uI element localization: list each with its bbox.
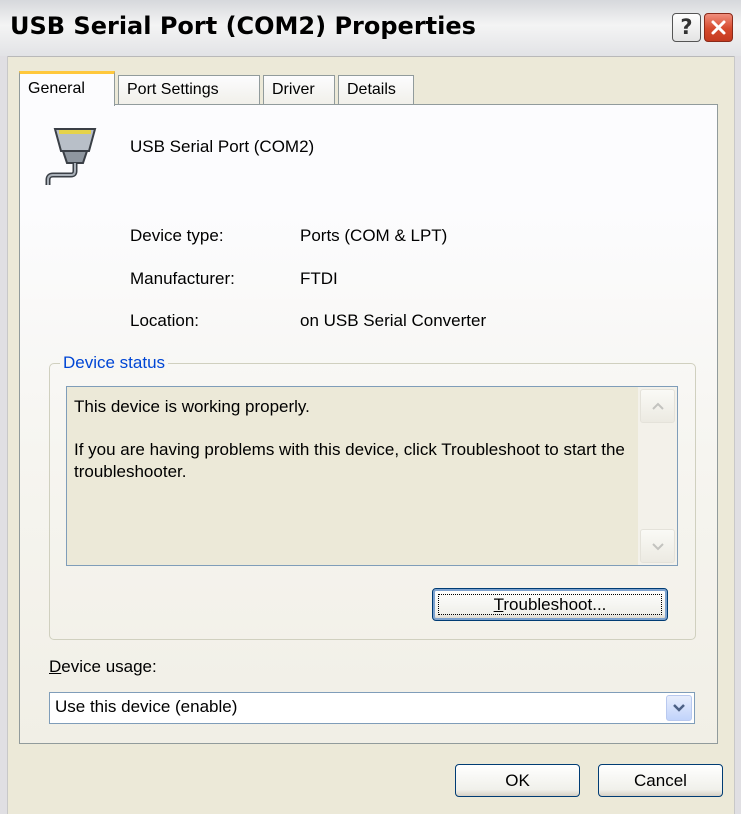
scroll-down-button[interactable] — [640, 529, 675, 563]
status-line-working: This device is working properly. — [74, 397, 310, 416]
question-mark-icon: ? — [680, 15, 693, 39]
window-title: USB Serial Port (COM2) Properties — [10, 12, 476, 40]
tab-details[interactable]: Details — [338, 75, 414, 104]
device-name: USB Serial Port (COM2) — [130, 137, 315, 156]
device-usage-mnemonic: D — [49, 657, 62, 676]
device-usage-selected-value: Use this device (enable) — [55, 697, 238, 716]
manufacturer-label: Manufacturer: — [130, 269, 235, 288]
device-usage-select[interactable]: Use this device (enable) — [49, 692, 695, 724]
tab-port-settings[interactable]: Port Settings — [118, 75, 260, 104]
ok-button[interactable]: OK — [455, 764, 580, 797]
status-scrollbar[interactable] — [638, 387, 677, 565]
close-button[interactable] — [704, 13, 733, 42]
dropdown-button[interactable] — [666, 695, 692, 721]
location-value: on USB Serial Converter — [300, 311, 487, 330]
tab-general[interactable]: General — [19, 71, 115, 106]
device-status-text: This device is working properly. If you … — [74, 396, 629, 504]
properties-dialog: USB Serial Port (COM2) Properties ? Gene… — [0, 0, 741, 814]
device-status-legend: Device status — [60, 353, 169, 373]
device-usage-label-text: evice usage: — [61, 657, 157, 676]
close-x-icon — [711, 20, 726, 35]
focus-ring — [438, 594, 662, 615]
chevron-down-icon — [651, 542, 664, 550]
device-usage-label: Device usage: — [49, 657, 157, 677]
chevron-down-icon — [673, 704, 685, 712]
status-line-troubleshoot-hint: If you are having problems with this dev… — [74, 440, 625, 481]
cancel-button[interactable]: Cancel — [598, 764, 723, 797]
troubleshoot-button[interactable]: Troubleshoot... — [432, 588, 668, 621]
device-type-label: Device type: — [130, 226, 224, 245]
device-status-textbox[interactable]: This device is working properly. If you … — [66, 386, 678, 566]
location-label: Location: — [130, 311, 199, 330]
title-bar[interactable]: USB Serial Port (COM2) Properties ? — [0, 0, 741, 57]
scroll-up-button[interactable] — [640, 389, 675, 423]
window-frame-left — [0, 56, 8, 814]
device-type-value: Ports (COM & LPT) — [300, 226, 448, 245]
help-button[interactable]: ? — [672, 13, 701, 42]
chevron-up-icon — [651, 402, 664, 410]
serial-port-icon — [45, 128, 97, 185]
manufacturer-value: FTDI — [300, 269, 338, 288]
window-frame-right — [734, 56, 741, 814]
tab-driver[interactable]: Driver — [263, 75, 335, 104]
